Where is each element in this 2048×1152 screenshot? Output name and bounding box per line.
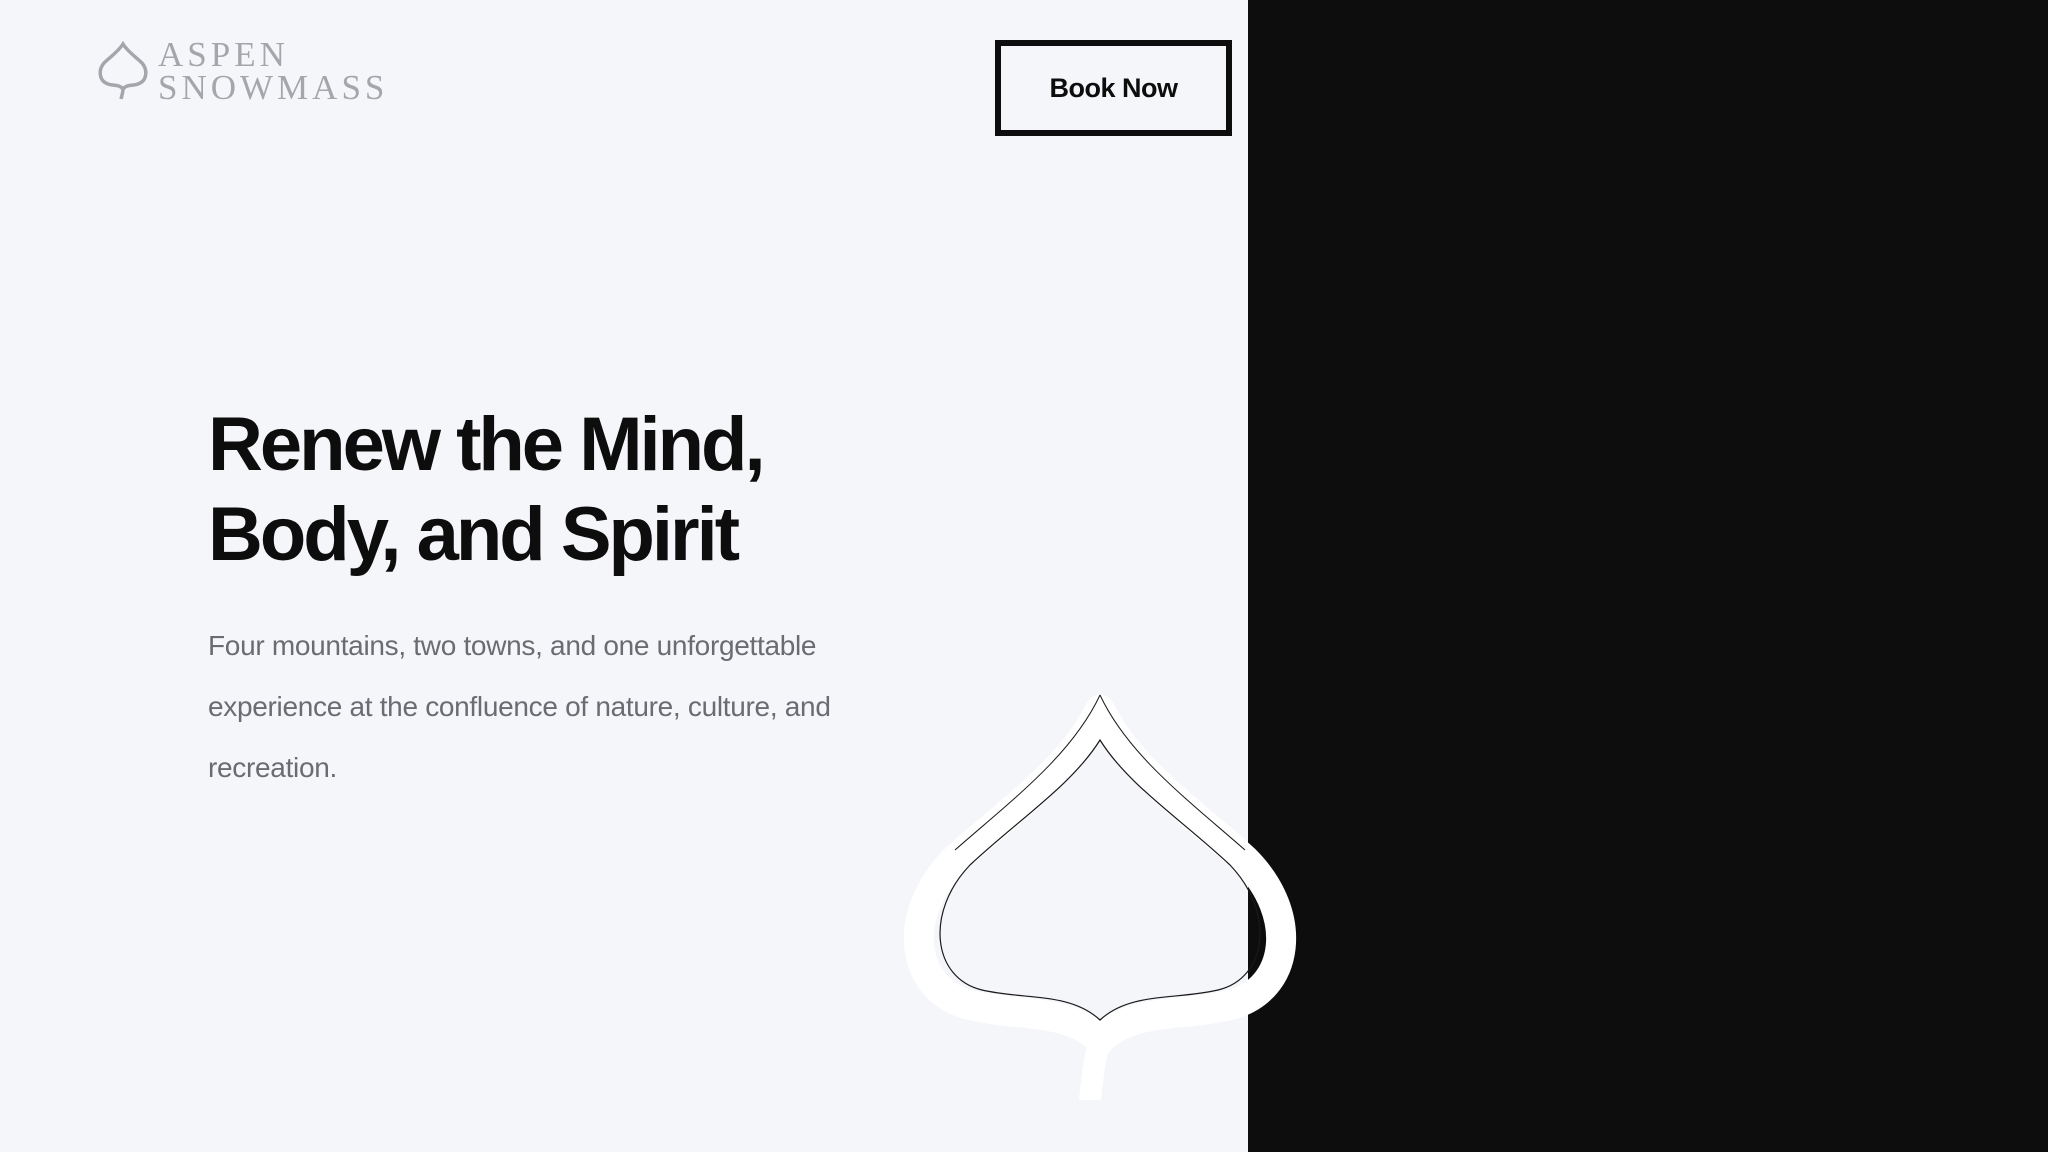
brand-logo[interactable]: ASPEN SNOWMASS bbox=[98, 35, 389, 107]
hero-subtitle: Four mountains, two towns, and one unfor… bbox=[208, 630, 831, 783]
hero-title-line-2: Body, and Spirit bbox=[208, 492, 740, 577]
hero-title: Renew the Mind, Body, and Spirit bbox=[208, 400, 928, 580]
hero-title-line-1: Renew the Mind, bbox=[208, 402, 766, 487]
aspen-leaf-icon bbox=[903, 694, 1297, 1100]
book-now-button[interactable]: Book Now bbox=[995, 40, 1232, 136]
brand-wordmark: ASPEN SNOWMASS bbox=[158, 35, 389, 107]
brand-line-2: SNOWMASS bbox=[158, 68, 389, 107]
aspen-leaf-icon bbox=[98, 41, 148, 100]
media-panel bbox=[1248, 0, 2048, 1152]
brand-line-1: ASPEN bbox=[158, 35, 289, 74]
